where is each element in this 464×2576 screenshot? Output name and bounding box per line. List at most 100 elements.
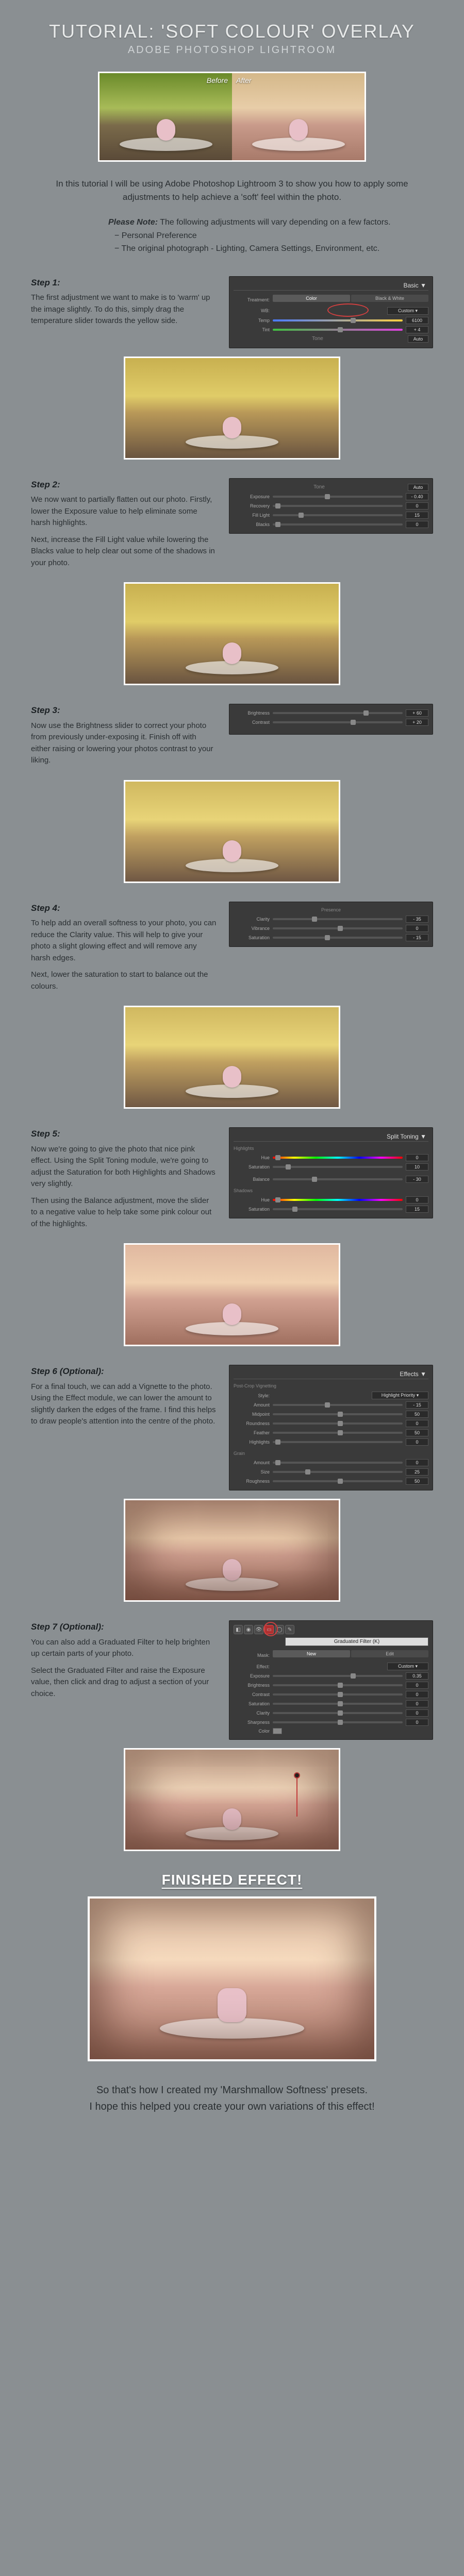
panel-basic[interactable]: Basic ▼ Treatment: ColorBlack & White WB… [229,276,433,348]
hl-slider[interactable] [273,1441,403,1443]
roundness-slider[interactable] [273,1422,403,1425]
tab-bw[interactable]: Black & White [351,295,428,302]
grough-value[interactable]: 50 [406,1478,428,1485]
final-result-image [88,1896,376,2061]
gf-clarity-slider[interactable] [273,1712,403,1714]
gf-saturation-label: Saturation [234,1701,270,1706]
gf-saturation-slider[interactable] [273,1703,403,1705]
vibrance-slider[interactable] [273,927,403,929]
feather-value[interactable]: 50 [406,1429,428,1436]
exposure-slider[interactable] [273,496,403,498]
tint-value[interactable]: + 4 [406,326,428,333]
step-7-body-2: Select the Graduated Filter and raise th… [31,1665,217,1700]
recovery-value[interactable]: 0 [406,502,428,510]
effect-dropdown[interactable]: Custom ▾ [387,1663,428,1670]
mask-new[interactable]: New [273,1650,350,1657]
feather-slider[interactable] [273,1432,403,1434]
sat-h-slider[interactable] [273,1166,403,1168]
fill-value[interactable]: 15 [406,512,428,519]
sat-s-value[interactable]: 15 [406,1206,428,1213]
gf-brightness-slider[interactable] [273,1684,403,1686]
panel-brightness[interactable]: Brightness+ 60 Contrast+ 20 [229,704,433,735]
tint-slider[interactable] [273,329,403,331]
gamount-label: Amount [234,1460,270,1465]
step-4: Step 4: To help add an overall softness … [31,902,433,998]
style-dropdown[interactable]: Highlight Priority ▾ [372,1392,428,1399]
gf-exposure-value[interactable]: 0.35 [406,1672,428,1680]
grough-slider[interactable] [273,1480,403,1482]
panel-tone[interactable]: ToneAuto Exposure- 0.40 Recovery0 Fill L… [229,478,433,534]
clarity-value[interactable]: - 35 [406,916,428,923]
gsize-slider[interactable] [273,1471,403,1473]
auto-button-2[interactable]: Auto [408,484,428,491]
grough-label: Roughness [234,1479,270,1484]
hue-h-value[interactable]: 0 [406,1154,428,1161]
radial-filter-icon[interactable]: ◯ [275,1625,284,1634]
brightness-slider[interactable] [273,712,403,714]
sat-h-value[interactable]: 10 [406,1163,428,1171]
gamount-slider[interactable] [273,1462,403,1464]
gamount-value[interactable]: 0 [406,1459,428,1466]
sat-h-label: Saturation [234,1164,270,1170]
saturation-slider[interactable] [273,937,403,939]
shadows-sub: Shadows [234,1187,428,1195]
amount-value[interactable]: - 15 [406,1401,428,1409]
feather-label: Feather [234,1430,270,1435]
step-3-heading: Step 3: [31,704,217,717]
midpoint-value[interactable]: 50 [406,1411,428,1418]
wb-dropdown[interactable]: Custom ▾ [387,307,428,315]
panel-split-toning[interactable]: Split Toning ▼ Highlights Hue0 Saturatio… [229,1127,433,1218]
sat-s-slider[interactable] [273,1208,403,1210]
step-1-body: The first adjustment we want to make is … [31,292,217,327]
step-2-heading: Step 2: [31,478,217,492]
blacks-value[interactable]: 0 [406,521,428,528]
temp-slider[interactable] [273,319,403,321]
gf-exposure-slider[interactable] [273,1675,403,1677]
vibrance-value[interactable]: 0 [406,925,428,932]
gf-contrast-value[interactable]: 0 [406,1691,428,1698]
gf-contrast-slider[interactable] [273,1693,403,1696]
blacks-slider[interactable] [273,523,403,526]
gf-color-swatch[interactable] [273,1728,282,1734]
gf-sharpness-slider[interactable] [273,1721,403,1723]
hue-s-value[interactable]: 0 [406,1196,428,1204]
gf-sharpness-value[interactable]: 0 [406,1719,428,1726]
tab-color[interactable]: Color [273,295,350,302]
clarity-slider[interactable] [273,918,403,920]
balance-value[interactable]: - 30 [406,1176,428,1183]
balance-slider[interactable] [273,1178,403,1180]
panel-effects[interactable]: Effects ▼ Post-Crop Vignetting Style:Hig… [229,1365,433,1490]
hue-h-slider[interactable] [273,1157,403,1159]
gf-sharpness-label: Sharpness [234,1720,270,1725]
graduated-filter-icon[interactable]: ▭ [264,1625,274,1634]
recovery-slider[interactable] [273,505,403,507]
brightness-value[interactable]: + 60 [406,709,428,717]
brush-tool-icon[interactable]: ✎ [285,1625,294,1634]
hue-s-slider[interactable] [273,1199,403,1201]
tool-tooltip: Graduated Filter (K) [285,1637,428,1646]
fill-slider[interactable] [273,514,403,516]
gf-clarity-value[interactable]: 0 [406,1709,428,1717]
amount-slider[interactable] [273,1404,403,1406]
temp-value[interactable]: 6100 [406,317,428,324]
gsize-value[interactable]: 25 [406,1468,428,1476]
panel-graduated-filter[interactable]: ◧ ◉ 👁 ▭ ◯ ✎ Graduated Filter (K) Mask: N… [229,1620,433,1740]
crop-tool-icon[interactable]: ◧ [234,1625,243,1634]
panel-presence[interactable]: Presence Clarity- 35 Vibrance0 Saturatio… [229,902,433,947]
gf-brightness-value[interactable]: 0 [406,1682,428,1689]
gf-saturation-value[interactable]: 0 [406,1700,428,1707]
note-lead: Please Note: [108,218,158,227]
graduated-filter-pin-icon [294,1772,300,1778]
midpoint-slider[interactable] [273,1413,403,1415]
redeye-tool-icon[interactable]: 👁 [254,1625,263,1634]
auto-button[interactable]: Auto [408,335,428,343]
step-2-body-2: Next, increase the Fill Light value whil… [31,534,217,569]
roundness-value[interactable]: 0 [406,1420,428,1427]
contrast-value[interactable]: + 20 [406,719,428,726]
mask-edit[interactable]: Edit [351,1650,428,1657]
exposure-value[interactable]: - 0.40 [406,493,428,500]
spot-tool-icon[interactable]: ◉ [244,1625,253,1634]
contrast-slider[interactable] [273,721,403,723]
hl-value[interactable]: 0 [406,1438,428,1446]
saturation-value[interactable]: - 15 [406,934,428,941]
